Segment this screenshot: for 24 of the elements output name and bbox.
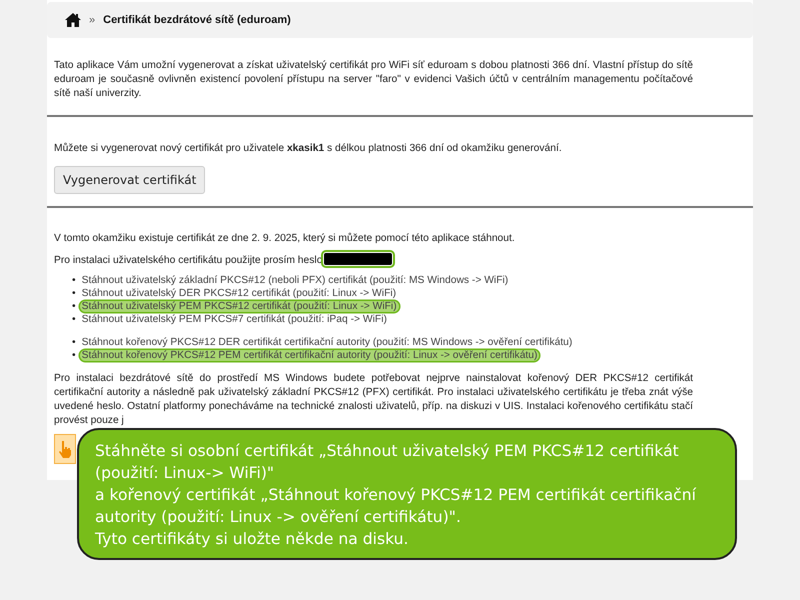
bullet: • (72, 274, 76, 287)
bullet: • (72, 313, 76, 326)
download-link[interactable]: Stáhnout uživatelský PEM PKCS#12 certifikát (použití: Linux -> WiFi) (80, 301, 399, 312)
download-link[interactable]: Stáhnout uživatelský PEM PKCS#7 certifikát (použití: iPaq -> WiFi) (82, 313, 387, 326)
download-link[interactable]: Stáhnout uživatelský základní PKCS#12 (neboli PFX) certifikát (použití: MS Windows -> WiFi) (82, 274, 508, 287)
windows-note-paragraph: Pro instalaci bezdrátové sítě do prostředí MS Windows budete potřebovat nejprve nainstalovat kořenový DER PKCS#12 certifikát certifikační autority a následně pak uživatelský základní PKCS#12 (PFX) certifikát. Pro instalaci uživatelského certifikátu je třeba znát výše uvedené heslo. Ostatní platformy ponecháváme na technické znalosti uživatelů, příp. na diskuzi v UIS. Instalaci kořenového certifikátu stačí provést pouze j (54, 372, 693, 428)
callout-text: Tyto certifikáty si uložte někde na disku. (95, 529, 410, 550)
existing-certificate-text: V tomto okamžiku existuje certifikát ze dne 2. 9. 2025, který si můžete pomocí této aplikace stáhnout. (54, 232, 516, 246)
page-title: Certifikát bezdrátové sítě (eduroam) (103, 13, 291, 27)
bullet: • (72, 336, 76, 349)
callout-text: a kořenový certifikát „Stáhnout kořenový PKCS#12 PEM certifikát certifikační autority (použití: Linux -> ověření certifikátu)". (95, 485, 698, 528)
callout-text: Stáhněte si osobní certifikát „Stáhnout uživatelský PEM PKCS#12 certifikát (použití: Linux-> WiFi)" (95, 441, 680, 484)
generate-text: Můžete si vygenerovat nový certifikát pro uživatele xkasik1 s délkou platnosti 366 dní od okamžiku generování. (54, 142, 563, 156)
intro-paragraph: Tato aplikace Vám umožní vygenerovat a získat uživatelský certifikát pro WiFi síť eduroam s dobou platnosti 366 dní. Vlastní přístup do sítě eduroam je současně ovlivněn existencí povolení přístupu na server "faro" v evidenci Vašich účtů v centrálním managementu počítačové sítě naší univerzity. (54, 59, 693, 101)
home-icon[interactable] (65, 13, 81, 27)
download-link[interactable]: Stáhnout kořenový PKCS#12 DER certifikát certifikační autority (použití: MS Windows -> ověření certifikátu) (82, 336, 572, 349)
bullet: • (72, 300, 76, 313)
bullet: • (72, 287, 76, 300)
download-link[interactable]: Stáhnout kořenový PKCS#12 PEM certifikát certifikační autority (použití: Linux -> ověření certifikátu) (80, 350, 540, 361)
bullet: • (72, 349, 76, 362)
breadcrumb-separator: » (89, 13, 96, 27)
hand-icon (58, 440, 72, 458)
download-link[interactable]: Stáhnout uživatelský DER PKCS#12 certifikát (použití: Linux -> WiFi) (82, 287, 396, 300)
generate-button[interactable]: Vygenerovat certifikát (54, 166, 206, 194)
